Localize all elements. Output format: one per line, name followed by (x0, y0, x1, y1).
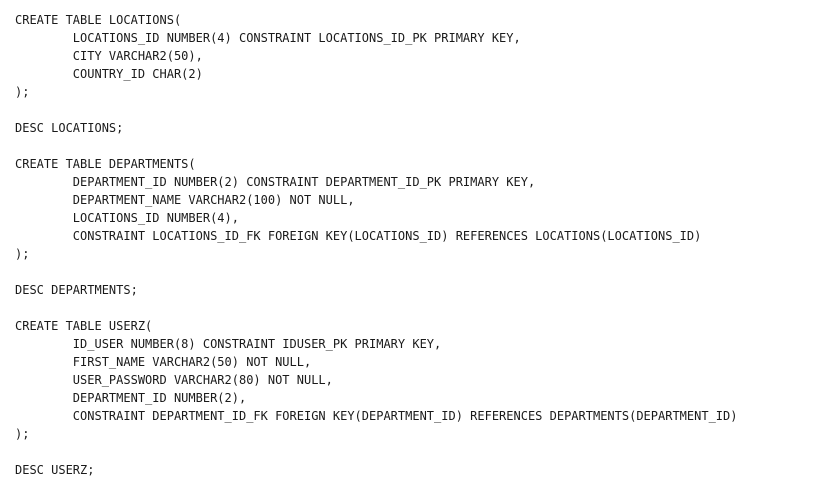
code-line: DEPARTMENT_ID NUMBER(2), (15, 391, 247, 405)
code-line: ); (15, 247, 30, 261)
code-line: CONSTRAINT DEPARTMENT_ID_FK FOREIGN KEY(… (15, 409, 738, 423)
sql-code-block: CREATE TABLE LOCATIONS( LOCATIONS_ID NUM… (15, 11, 737, 479)
code-line: CREATE TABLE DEPARTMENTS( (15, 157, 196, 171)
code-line: LOCATIONS_ID NUMBER(4), (15, 211, 239, 225)
code-line: CONSTRAINT LOCATIONS_ID_FK FOREIGN KEY(L… (15, 229, 702, 243)
code-line: DEPARTMENT_ID NUMBER(2) CONSTRAINT DEPAR… (15, 175, 536, 189)
code-line: COUNTRY_ID CHAR(2) (15, 67, 203, 81)
code-line: CREATE TABLE LOCATIONS( (15, 13, 182, 27)
code-line: LOCATIONS_ID NUMBER(4) CONSTRAINT LOCATI… (15, 31, 521, 45)
code-line: CITY VARCHAR2(50), (15, 49, 203, 63)
code-line: ); (15, 85, 30, 99)
code-line: DESC DEPARTMENTS; (15, 283, 138, 297)
code-line: ID_USER NUMBER(8) CONSTRAINT IDUSER_PK P… (15, 337, 442, 351)
code-line: FIRST_NAME VARCHAR2(50) NOT NULL, (15, 355, 312, 369)
code-line: CREATE TABLE USERZ( (15, 319, 153, 333)
code-line: USER_PASSWORD VARCHAR2(80) NOT NULL, (15, 373, 333, 387)
code-line: DESC USERZ; (15, 463, 95, 477)
code-line: ); (15, 427, 30, 441)
code-line: DEPARTMENT_NAME VARCHAR2(100) NOT NULL, (15, 193, 355, 207)
code-line: DESC LOCATIONS; (15, 121, 124, 135)
